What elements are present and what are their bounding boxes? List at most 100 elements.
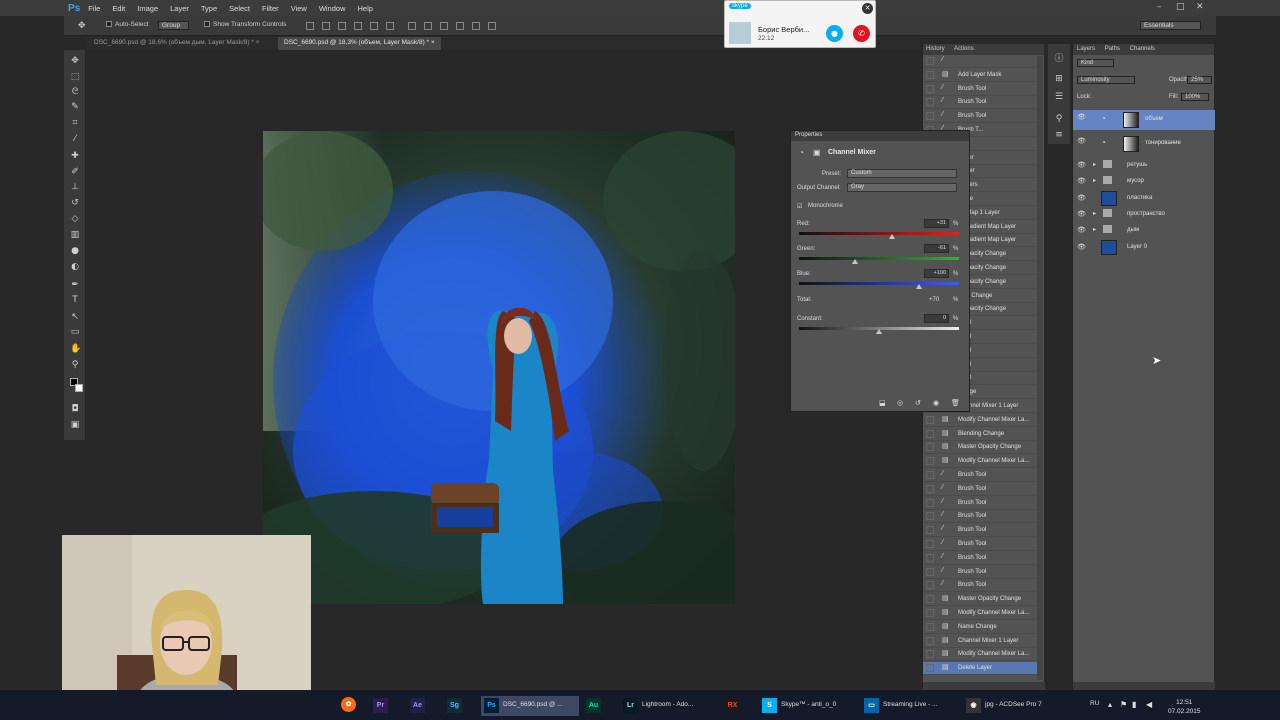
distribute-top-icon[interactable] — [408, 22, 416, 30]
tab-layers[interactable]: Layers — [1077, 46, 1095, 52]
snapshot-source-box[interactable] — [926, 553, 934, 562]
menu-help[interactable]: Help — [358, 4, 373, 13]
red-slider-knob[interactable] — [888, 234, 895, 239]
menu-type[interactable]: Type — [201, 4, 217, 13]
expand-arrow-icon[interactable]: ▸ — [1093, 226, 1096, 233]
eyedropper-tool-icon[interactable]: ⁄ — [70, 134, 80, 144]
brush-tool-icon[interactable]: ✐ — [70, 167, 80, 177]
history-item[interactable]: ▤ Name Change — [923, 621, 1041, 634]
history-item[interactable]: ▤ Master Opacity Change — [923, 593, 1041, 607]
history-item[interactable]: ⁄ Brush Tool — [923, 497, 1041, 510]
history-item[interactable]: ▤ Blending Change — [923, 428, 1041, 441]
history-panel-icon[interactable]: ⚲ — [1054, 114, 1064, 124]
expand-arrow-icon[interactable]: ▸ — [1093, 210, 1096, 217]
auto-select-dropdown[interactable]: Group — [158, 21, 190, 30]
output-channel-dropdown[interactable]: Gray — [847, 183, 957, 192]
eye-icon[interactable]: 👁 — [1077, 113, 1086, 121]
eye-icon[interactable]: 👁 — [1077, 243, 1086, 251]
tab-channels[interactable]: Channels — [1130, 46, 1155, 52]
snapshot-source-box[interactable] — [926, 84, 934, 93]
snapshot-source-box[interactable] — [926, 650, 934, 659]
slider-value[interactable]: +31 — [924, 219, 949, 228]
snapshot-source-box[interactable] — [926, 457, 934, 466]
document-canvas[interactable] — [263, 131, 735, 604]
blur-tool-icon[interactable]: ● — [70, 246, 80, 256]
align-left-icon[interactable] — [354, 22, 362, 30]
auto-select-checkbox[interactable]: Auto-Select — [106, 21, 149, 28]
taskbar-app-button[interactable]: Lr Lightroom - Ado... — [620, 696, 718, 716]
taskbar-app-button[interactable]: S Skype™ - anti_o_0 — [759, 696, 857, 716]
distribute-right-icon[interactable] — [488, 22, 496, 30]
menu-edit[interactable]: Edit — [112, 4, 125, 13]
green-slider-knob[interactable] — [852, 259, 858, 264]
snapshot-source-box[interactable] — [926, 664, 934, 673]
snapshot-source-box[interactable] — [926, 112, 934, 121]
action-center-icon[interactable]: ⚑ — [1120, 700, 1127, 720]
minimize-button[interactable]: – — [1157, 2, 1162, 12]
eraser-tool-icon[interactable]: ◇ — [70, 214, 80, 224]
maximize-button[interactable]: □ — [1176, 2, 1185, 12]
distribute-hcenter-icon[interactable] — [472, 22, 480, 30]
red-slider-track[interactable] — [799, 232, 959, 239]
taskbar-app-button[interactable]: Ae — [407, 696, 440, 716]
align-vcenter-icon[interactable] — [322, 22, 330, 30]
history-item[interactable]: ⁄ Brush Tool — [923, 96, 1041, 110]
mute-microphone-button[interactable]: ● — [826, 25, 843, 42]
align-top-icon[interactable] — [306, 22, 314, 30]
background-color-swatch[interactable] — [75, 384, 83, 392]
history-scrollbar[interactable] — [1037, 56, 1043, 680]
tab-history[interactable]: History — [926, 46, 945, 52]
menu-image[interactable]: Image — [137, 4, 158, 13]
lasso-tool-icon[interactable]: ᘓ — [70, 87, 80, 97]
view-previous-icon[interactable]: ◎ — [897, 399, 903, 407]
tab-paths[interactable]: Paths — [1105, 46, 1120, 52]
taskbar-app-button[interactable]: RX — [722, 696, 755, 716]
snapshot-source-box[interactable] — [926, 57, 934, 65]
snapshot-source-box[interactable] — [926, 540, 934, 548]
snapshot-source-box[interactable] — [926, 609, 934, 617]
history-item[interactable]: ▤ Modify Channel Mixer La... — [923, 607, 1041, 620]
eye-icon[interactable]: 👁 — [1077, 194, 1086, 202]
history-item[interactable]: ⁄ Brush Tool — [923, 579, 1041, 593]
volume-icon[interactable]: ◀ — [1146, 700, 1152, 720]
taskbar-app-button[interactable]: Ps DSC_6690.psd @ ... — [481, 696, 579, 716]
snapshot-source-box[interactable] — [926, 567, 934, 576]
document-tab-2[interactable]: DSC_6690.psd @ 18,3% (объем, Layer Mask/… — [278, 37, 441, 50]
quick-select-tool-icon[interactable]: ✎ — [70, 102, 80, 112]
layer-mask-thumbnail[interactable] — [1123, 136, 1139, 152]
eye-icon[interactable]: 👁 — [1077, 210, 1086, 218]
snapshot-source-box[interactable] — [926, 484, 934, 493]
history-item[interactable]: ▤ Channel Mixer 1 Layer — [923, 635, 1041, 648]
mask-icon[interactable]: ▣ — [813, 148, 821, 157]
layer-row[interactable]: 👁 Layer 0 — [1073, 239, 1215, 255]
history-item[interactable]: ▤ Add Layer Mask — [923, 69, 1041, 82]
healing-tool-icon[interactable]: ✚ — [70, 151, 80, 161]
history-item[interactable]: ⁄ Brush Tool — [923, 538, 1041, 551]
blend-mode-dropdown[interactable]: Luminosity — [1077, 76, 1135, 84]
snapshot-source-box[interactable] — [926, 622, 934, 631]
show-transform-checkbox[interactable]: Show Transform Controls — [204, 21, 286, 28]
layer-row[interactable]: 👁 ▸ пространство — [1073, 207, 1215, 222]
screen-mode-icon[interactable]: ▣ — [70, 420, 80, 430]
show-hidden-icons[interactable]: ▴ — [1108, 700, 1112, 720]
move-tool-icon[interactable]: ✥ — [70, 56, 80, 66]
hang-up-button[interactable]: ✆ — [853, 25, 870, 42]
hand-tool-icon[interactable]: ✋ — [70, 344, 81, 354]
preset-dropdown[interactable]: Custom — [847, 169, 957, 178]
history-item[interactable]: ⁄ — [923, 55, 1041, 68]
layer-row[interactable]: 👁 пластика — [1073, 190, 1215, 206]
blue-slider-track[interactable] — [799, 282, 959, 289]
layer-filter-dropdown[interactable]: Kind — [1077, 59, 1115, 67]
history-item[interactable]: ⁄ Brush Tool — [923, 483, 1041, 496]
history-item[interactable]: ⁄ Brush Tool — [923, 510, 1041, 524]
snapshot-source-box[interactable] — [926, 429, 934, 438]
quick-mask-icon[interactable]: ◘ — [70, 404, 80, 414]
eye-icon[interactable]: 👁 — [1077, 137, 1086, 145]
taskbar-app-button[interactable]: Sg — [444, 696, 477, 716]
eye-icon[interactable]: 👁 — [1077, 161, 1086, 169]
close-window-button[interactable]: ✕ — [1196, 2, 1204, 12]
snapshot-source-box[interactable] — [926, 526, 934, 535]
monochrome-checkbox[interactable]: ☑ — [797, 203, 802, 210]
history-item[interactable]: ▤ Modify Channel Mixer La... — [923, 414, 1041, 427]
pinned-app-icon[interactable]: ✿ — [338, 695, 360, 715]
